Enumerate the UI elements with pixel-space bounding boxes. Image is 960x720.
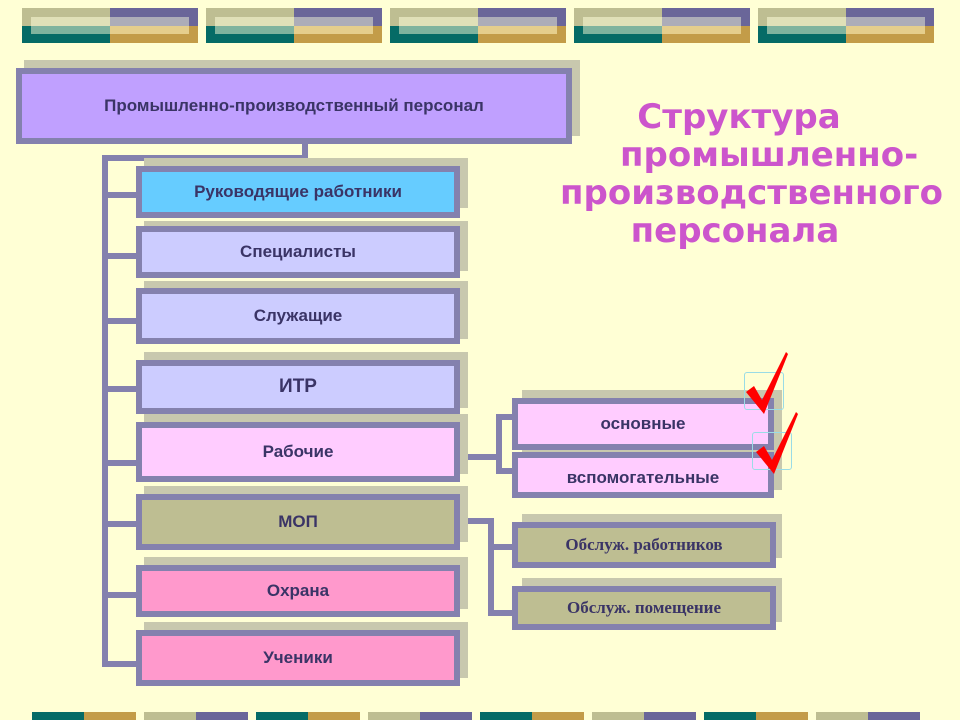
subtype-node-premises-service[interactable]: Обслуж. помещение <box>512 586 776 630</box>
subtype-node-staff-service[interactable]: Обслуж. работников <box>512 522 776 568</box>
connector-line <box>496 414 502 474</box>
decor-block <box>758 8 934 43</box>
subtype-label: вспомогательные <box>566 468 720 487</box>
decor-segment <box>592 712 644 720</box>
subtype-label: Обслуж. помещение <box>566 598 722 617</box>
connector-line <box>488 518 494 616</box>
decor-segment <box>84 712 136 720</box>
decor-block <box>390 8 566 43</box>
decor-segment <box>704 712 756 720</box>
decor-segment <box>480 712 532 720</box>
title-line: Структура <box>637 97 841 137</box>
category-node-managers[interactable]: Руководящие работники <box>136 166 460 218</box>
title-line: производственного <box>560 173 943 213</box>
category-node-specialists[interactable]: Специалисты <box>136 226 460 278</box>
connector-branch <box>102 253 138 259</box>
decor-segment <box>144 712 196 720</box>
subtype-label: основные <box>600 414 686 433</box>
category-node-clerks[interactable]: Служащие <box>136 288 460 344</box>
connector-branch <box>102 521 138 527</box>
decor-segment <box>532 712 584 720</box>
category-label: Охрана <box>266 581 330 600</box>
decor-segment <box>816 712 868 720</box>
title-line: промышленно- <box>620 135 919 175</box>
category-node-security[interactable]: Охрана <box>136 565 460 617</box>
connector-branch <box>102 460 138 466</box>
category-node-workers[interactable]: Рабочие <box>136 422 460 482</box>
connector-branch <box>102 592 138 598</box>
category-label: Служащие <box>253 306 343 325</box>
category-label: Ученики <box>263 648 333 667</box>
subtype-node-main-workers[interactable]: основные <box>512 398 774 450</box>
decor-segment <box>868 712 920 720</box>
decor-block <box>22 8 198 43</box>
decor-block <box>574 8 750 43</box>
category-label: Рабочие <box>262 442 334 461</box>
subtype-node-auxiliary-workers[interactable]: вспомогательные <box>512 452 774 498</box>
decor-segment <box>368 712 420 720</box>
subtype-label: Обслуж. работников <box>565 535 723 554</box>
checkmark-icon <box>756 412 798 474</box>
decor-segment <box>644 712 696 720</box>
connector-branch <box>102 386 138 392</box>
title-line: персонала <box>630 211 840 251</box>
decor-segment <box>256 712 308 720</box>
category-label: МОП <box>278 512 318 531</box>
category-label: ИТР <box>279 376 317 397</box>
connector-branch <box>102 318 138 324</box>
category-label: Руководящие работники <box>194 182 402 201</box>
connector-trunk <box>102 155 108 667</box>
category-node-mop[interactable]: МОП <box>136 494 460 550</box>
decor-segment <box>756 712 808 720</box>
root-node-label: Промышленно-производственный персонал <box>104 96 484 115</box>
decor-segment <box>420 712 472 720</box>
category-node-itr[interactable]: ИТР <box>136 360 460 414</box>
category-label: Специалисты <box>240 242 356 261</box>
decor-segment <box>308 712 360 720</box>
decor-segment <box>32 712 84 720</box>
connector-branch <box>102 192 138 198</box>
slide-title: Структура промышленно- производственного… <box>560 97 943 251</box>
category-node-apprentices[interactable]: Ученики <box>136 630 460 686</box>
connector-branch <box>102 661 138 667</box>
decor-block <box>206 8 382 43</box>
decor-segment <box>196 712 248 720</box>
checkmark-icon <box>746 352 788 414</box>
root-node[interactable]: Промышленно-производственный персонал <box>16 68 572 144</box>
